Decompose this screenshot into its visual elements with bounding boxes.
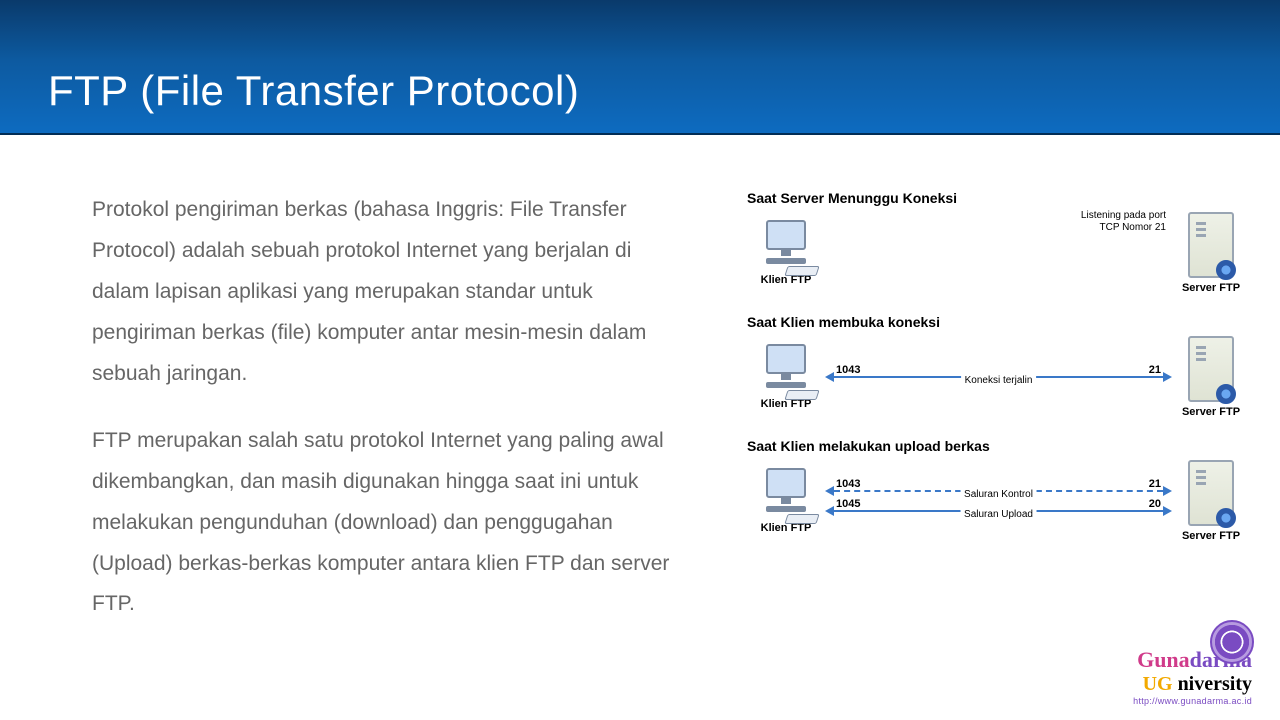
server-node: Server FTP: [1172, 460, 1250, 542]
port-left: 1043: [836, 478, 860, 490]
connection-arrow: 104520Saluran Upload: [825, 504, 1172, 518]
connection-arrow: 104321Saluran Kontrol: [825, 484, 1172, 498]
server-icon: [1188, 460, 1234, 526]
connection-label: Saluran Upload: [960, 509, 1037, 520]
connection-area: 104321Saluran Kontrol104520Saluran Uploa…: [825, 460, 1172, 542]
connection-label: Saluran Kontrol: [960, 489, 1037, 500]
computer-icon: [758, 468, 814, 518]
title-bar: FTP (File Transfer Protocol): [0, 0, 1280, 135]
footer-logo: Gunadarma UG U niversity http://www.guna…: [1133, 647, 1252, 706]
connection-label: Koneksi terjalin: [961, 375, 1037, 386]
diagram-scene: Saat Server Menunggu Koneksi Klien FTP Lis…: [747, 190, 1250, 294]
listening-note: Listening pada port TCP Nomor 21: [1081, 210, 1166, 234]
university-seal-icon: [1210, 620, 1254, 664]
logo-url: http://www.gunadarma.ac.id: [1133, 696, 1252, 706]
port-right: 21: [1149, 364, 1161, 376]
port-left: 1045: [836, 498, 860, 510]
paragraph-2: FTP merupakan salah satu protokol Intern…: [92, 421, 677, 626]
scene-title: Saat Klien melakukan upload berkas: [747, 438, 1250, 454]
scene-title: Saat Klien membuka koneksi: [747, 314, 1250, 330]
server-node: Server FTP: [1172, 212, 1250, 294]
paragraph-1: Protokol pengiriman berkas (bahasa Inggr…: [92, 190, 677, 395]
connection-area: Listening pada port TCP Nomor 21: [825, 212, 1172, 294]
port-left: 1043: [836, 364, 860, 376]
server-icon: [1188, 212, 1234, 278]
slide-title: FTP (File Transfer Protocol): [48, 67, 579, 115]
connection-area: 1043 21 Koneksi terjalin: [825, 336, 1172, 418]
ftp-diagram: Saat Server Menunggu Koneksi Klien FTP Lis…: [747, 190, 1250, 625]
server-node: Server FTP: [1172, 336, 1250, 418]
body-text: Protokol pengiriman berkas (bahasa Inggr…: [92, 190, 677, 625]
client-node: Klien FTP: [747, 468, 825, 534]
client-node: Klien FTP: [747, 344, 825, 410]
computer-icon: [758, 220, 814, 270]
diagram-scene: Saat Klien membuka koneksi Klien FTP 1043 2…: [747, 314, 1250, 418]
server-icon: [1188, 336, 1234, 402]
port-right: 21: [1149, 478, 1161, 490]
scene-title: Saat Server Menunggu Koneksi: [747, 190, 1250, 206]
logo-line-2: UG U niversity: [1133, 673, 1252, 696]
port-right: 20: [1149, 498, 1161, 510]
computer-icon: [758, 344, 814, 394]
diagram-scene: Saat Klien melakukan upload berkas Klien …: [747, 438, 1250, 542]
client-node: Klien FTP: [747, 220, 825, 286]
connection-arrow: 104321Koneksi terjalin: [825, 370, 1172, 384]
